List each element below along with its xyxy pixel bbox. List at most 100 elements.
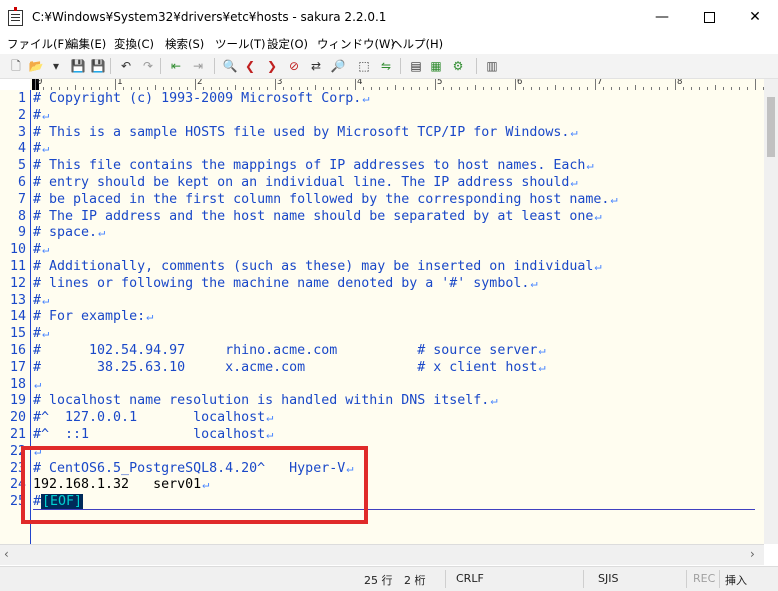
ruler-label: 8 [677, 79, 683, 87]
line-content: # entry should be kept on an individual … [33, 175, 570, 190]
line-break-icon: ↵ [42, 108, 50, 122]
line-break-icon: ↵ [538, 360, 546, 374]
editor-line[interactable]: # This is a sample HOSTS file used by Mi… [33, 124, 578, 141]
search-next-icon[interactable]: ❯ [264, 58, 280, 74]
function-list-icon[interactable]: ▦ [428, 58, 444, 74]
editor-line[interactable]: #↵ [33, 140, 49, 157]
menu-search[interactable]: 検索(S) [165, 36, 204, 52]
line-number: 21 [9, 427, 26, 442]
ruler-tick [275, 79, 276, 90]
line-number: 1 [17, 91, 26, 106]
dropdown-arrow-icon[interactable]: ▾ [48, 58, 64, 74]
horizontal-scrollbar[interactable]: ‹ › [0, 544, 764, 565]
editor-line[interactable]: # Additionally, comments (such as these)… [33, 258, 602, 275]
search-icon[interactable]: 🔍 [222, 58, 238, 74]
menu-window[interactable]: ウィンドウ(W) [317, 36, 395, 52]
open-folder-icon[interactable]: 📂 [28, 58, 44, 74]
settings-icon[interactable]: ⚙ [450, 58, 466, 74]
line-break-icon: ↵ [570, 175, 578, 189]
editor-line[interactable]: #↵ [33, 325, 49, 342]
menu-settings[interactable]: 設定(O) [267, 36, 308, 52]
editor-line[interactable]: # entry should be kept on an individual … [33, 174, 578, 191]
line-break-icon: ↵ [42, 293, 50, 307]
line-break-icon: ↵ [266, 410, 274, 424]
line-number: 15 [9, 326, 26, 341]
line-break-icon: ↵ [42, 242, 50, 256]
new-file-icon[interactable]: 🗋 [8, 58, 24, 74]
line-break-icon: ↵ [362, 91, 370, 105]
search-prev-icon[interactable]: ❮ [242, 58, 258, 74]
status-rec: REC [693, 572, 716, 585]
editor-line[interactable]: # The IP address and the host name shoul… [33, 208, 602, 225]
scroll-right-icon[interactable]: › [750, 547, 755, 561]
status-insert-mode[interactable]: 挿入 [725, 572, 747, 588]
ruler-tick [435, 79, 436, 90]
close-icon: ✕ [749, 9, 761, 25]
line-content: # be placed in the first column followed… [33, 192, 610, 207]
maximize-button[interactable] [686, 0, 732, 34]
minimize-icon: — [655, 9, 669, 25]
save-as-icon[interactable]: 💾 [90, 58, 106, 74]
editor-line[interactable]: #^ ::1 localhost↵ [33, 426, 273, 443]
line-number: 18 [9, 377, 26, 392]
scroll-left-icon[interactable]: ‹ [4, 547, 9, 561]
ruler-label: 7 [597, 79, 603, 87]
editor-line[interactable]: ↵ [33, 376, 41, 393]
menu-file[interactable]: ファイル(F) [7, 36, 69, 52]
ruler-tick [675, 79, 676, 90]
redo-icon[interactable]: ↷ [140, 58, 156, 74]
line-content: # [33, 293, 42, 308]
editor-line[interactable]: #↵ [33, 292, 49, 309]
undo-icon[interactable]: ↶ [118, 58, 134, 74]
menu-tools[interactable]: ツール(T) [215, 36, 266, 52]
editor-line[interactable]: # Copyright (c) 1993-2009 Microsoft Corp… [33, 90, 369, 107]
line-break-icon: ↵ [266, 427, 274, 441]
close-button[interactable]: ✕ [732, 0, 778, 34]
toolbar: 🗋 📂 ▾ 💾 💾 ↶ ↷ ⇤ ⇥ 🔍 ❮ ❯ ⊘ ⇄ 🔎 ⬚ ⇋ ▤ ▦ ⚙ ▥ [0, 54, 778, 79]
editor-line[interactable]: #↵ [33, 107, 49, 124]
editor-line[interactable]: # be placed in the first column followed… [33, 191, 618, 208]
window-list-icon[interactable]: ▥ [484, 58, 500, 74]
vertical-scroll-thumb[interactable] [767, 97, 775, 157]
editor-line[interactable]: # 38.25.63.10 x.acme.com # x client host… [33, 359, 546, 376]
ruler-label: 4 [357, 79, 363, 87]
status-encoding[interactable]: SJIS [598, 572, 618, 585]
search-clear-icon[interactable]: ⊘ [286, 58, 302, 74]
editor-line[interactable]: #^ 127.0.0.1 localhost↵ [33, 409, 273, 426]
save-icon[interactable]: 💾 [70, 58, 86, 74]
line-break-icon: ↵ [490, 393, 498, 407]
minimize-button[interactable]: — [639, 0, 685, 34]
status-eol-type[interactable]: CRLF [456, 572, 484, 585]
jump-back-icon[interactable]: ⇤ [168, 58, 184, 74]
line-number: 14 [9, 309, 26, 324]
editor-line[interactable]: # lines or following the machine name de… [33, 275, 538, 292]
compare-icon[interactable]: ⇋ [378, 58, 394, 74]
editor-line[interactable]: # space.↵ [33, 224, 105, 241]
ruler-tick [35, 79, 36, 90]
ruler-label: 3 [277, 79, 283, 87]
grep-icon[interactable]: 🔎 [330, 58, 346, 74]
status-separator [719, 570, 720, 588]
editor-line[interactable]: # For example:↵ [33, 308, 153, 325]
menu-help[interactable]: ヘルプ(H) [391, 36, 443, 52]
tag-jump-icon[interactable]: ⬚ [356, 58, 372, 74]
line-content: # space. [33, 225, 98, 240]
status-separator [583, 570, 584, 588]
menu-edit[interactable]: 編集(E) [67, 36, 106, 52]
ruler-tick [595, 79, 596, 90]
jump-forward-icon[interactable]: ⇥ [190, 58, 206, 74]
editor-line[interactable]: # This file contains the mappings of IP … [33, 157, 594, 174]
ruler-label: 5 [437, 79, 443, 87]
editor-line[interactable]: # localhost name resolution is handled w… [33, 392, 498, 409]
outline-icon[interactable]: ▤ [408, 58, 424, 74]
editor-line[interactable]: #↵ [33, 241, 49, 258]
replace-icon[interactable]: ⇄ [308, 58, 324, 74]
line-break-icon: ↵ [146, 309, 154, 323]
line-content: # For example: [33, 309, 146, 324]
line-break-icon: ↵ [594, 259, 602, 273]
highlight-annotation-box [21, 446, 368, 524]
menu-convert[interactable]: 変換(C) [114, 36, 154, 52]
editor-line[interactable]: # 102.54.94.97 rhino.acme.com # source s… [33, 342, 546, 359]
vertical-scrollbar[interactable] [764, 79, 778, 544]
line-number: 9 [17, 225, 26, 240]
